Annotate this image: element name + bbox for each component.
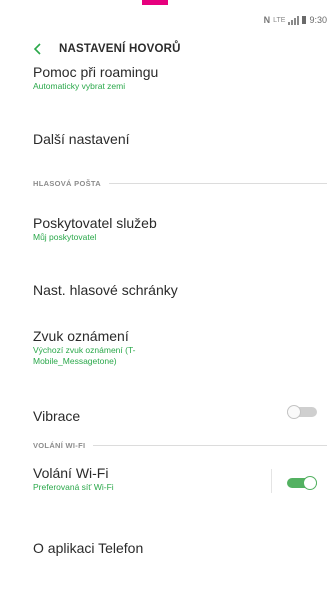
status-time: 9:30 <box>309 15 327 25</box>
nfc-icon: N <box>263 15 271 25</box>
roaming-title: Pomoc při roamingu <box>33 66 159 80</box>
page-title: NASTAVENÍ HOVORŮ <box>59 43 181 55</box>
service-provider-subtitle: Můj poskytovatel <box>33 232 97 242</box>
vertical-divider <box>271 469 272 493</box>
about-phone-item[interactable]: O aplikaci Telefon <box>0 540 331 557</box>
wifi-calling-item[interactable]: Volání Wi-Fi Preferovaná síť Wi-Fi <box>0 465 331 493</box>
app-bar: NASTAVENÍ HOVORŮ <box>0 32 331 66</box>
notification-sound-subtitle: Výchozí zvuk oznámení (T-Mobile_Messaget… <box>33 345 136 366</box>
voicemail-settings-title: Nast. hlasové schránky <box>33 282 178 298</box>
vibration-item[interactable]: Vibrace <box>0 408 331 425</box>
chevron-left-icon <box>33 43 41 55</box>
signal-icon <box>288 15 300 25</box>
more-settings-title: Další nastavení <box>33 131 130 147</box>
roaming-item[interactable]: Pomoc při roamingu Automaticky vybrat ze… <box>0 66 331 92</box>
settings-list[interactable]: Pomoc při roamingu Automaticky vybrat ze… <box>0 66 331 594</box>
service-provider-title: Poskytovatel služeb <box>33 215 157 231</box>
battery-icon <box>302 16 307 24</box>
notification-sound-item[interactable]: Zvuk oznámení Výchozí zvuk oznámení (T-M… <box>0 328 331 367</box>
section-divider <box>93 445 327 446</box>
status-bar: N LTE 9:30 <box>264 14 327 26</box>
service-provider-item[interactable]: Poskytovatel služeb Můj poskytovatel <box>0 215 331 243</box>
voicemail-settings-item[interactable]: Nast. hlasové schránky <box>0 282 331 299</box>
section-title-wifi: VOLÁNÍ WI-FI <box>33 441 86 450</box>
section-divider <box>108 183 327 184</box>
wifi-calling-toggle[interactable] <box>287 476 317 490</box>
more-settings-item[interactable]: Další nastavení <box>0 131 331 148</box>
lte-indicator: LTE <box>273 16 286 24</box>
section-title-voicemail: HLASOVÁ POŠTA <box>33 179 101 188</box>
carrier-brand-tab <box>142 0 168 5</box>
section-header-wifi: VOLÁNÍ WI-FI <box>33 441 327 450</box>
vibration-toggle[interactable] <box>287 405 317 419</box>
about-phone-title: O aplikaci Telefon <box>33 540 144 556</box>
back-button[interactable] <box>27 38 49 60</box>
roaming-subtitle: Automaticky vybrat zemi <box>33 81 126 91</box>
toggle-knob <box>303 476 317 490</box>
toggle-knob <box>287 405 301 419</box>
notification-sound-title: Zvuk oznámení <box>33 328 129 344</box>
section-header-voicemail: HLASOVÁ POŠTA <box>33 179 327 188</box>
